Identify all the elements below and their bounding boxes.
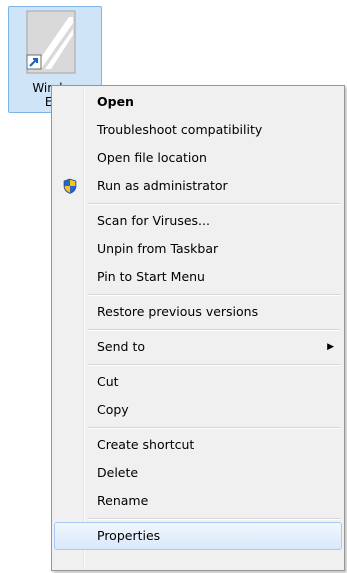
menu-item-run-as-administrator[interactable]: Run as administrator [54, 172, 342, 200]
desktop: Window Exp OpenTroubleshoot compatibilit… [0, 0, 347, 573]
menu-item-label: Troubleshoot compatibility [97, 122, 263, 137]
menu-item-open-file-location[interactable]: Open file location [54, 144, 342, 172]
menu-item-properties[interactable]: Properties [54, 522, 342, 550]
menu-item-copy[interactable]: Copy [54, 396, 342, 424]
menu-item-create-shortcut[interactable]: Create shortcut [54, 431, 342, 459]
menu-item-label: Rename [97, 493, 149, 508]
context-menu-list: Open Troubleshoot compatibility Open file … [54, 88, 342, 550]
menu-separator [54, 326, 342, 333]
menu-item-label: Create shortcut [97, 437, 195, 452]
menu-item-label: Restore previous versions [97, 304, 259, 319]
menu-separator [54, 200, 342, 207]
menu-item-label: Cut [97, 374, 119, 389]
menu-item-label: Open [97, 94, 134, 109]
menu-item-label: Pin to Start Menu [97, 269, 205, 284]
menu-item-label: Delete [97, 465, 139, 480]
menu-separator [54, 361, 342, 368]
menu-item-label: Scan for Viruses... [97, 213, 210, 228]
menu-separator [54, 515, 342, 522]
context-menu: Open Troubleshoot compatibility Open file … [51, 85, 345, 571]
menu-item-label: Run as administrator [97, 178, 228, 193]
menu-item-label: Copy [97, 402, 129, 417]
menu-item-pin-to-start-menu[interactable]: Pin to Start Menu [54, 263, 342, 291]
menu-item-unpin-from-taskbar[interactable]: Unpin from Taskbar [54, 235, 342, 263]
menu-item-delete[interactable]: Delete [54, 459, 342, 487]
menu-item-cut[interactable]: Cut [54, 368, 342, 396]
menu-item-restore-previous-versions[interactable]: Restore previous versions [54, 298, 342, 326]
uac-shield-icon [63, 178, 77, 194]
menu-item-send-to[interactable]: Send to ▶ [54, 333, 342, 361]
menu-separator [54, 424, 342, 431]
menu-item-label: Open file location [97, 150, 207, 165]
menu-item-scan-for-viruses[interactable]: Scan for Viruses... [54, 207, 342, 235]
menu-item-rename[interactable]: Rename [54, 487, 342, 515]
menu-item-label: Properties [97, 528, 161, 543]
menu-item-open[interactable]: Open [54, 88, 342, 116]
menu-item-label: Send to [97, 339, 146, 354]
menu-separator [54, 291, 342, 298]
submenu-arrow-icon: ▶ [327, 342, 334, 352]
explorer-shortcut-icon [26, 10, 76, 74]
menu-item-label: Unpin from Taskbar [97, 241, 219, 256]
menu-item-troubleshoot-compatibility[interactable]: Troubleshoot compatibility [54, 116, 342, 144]
